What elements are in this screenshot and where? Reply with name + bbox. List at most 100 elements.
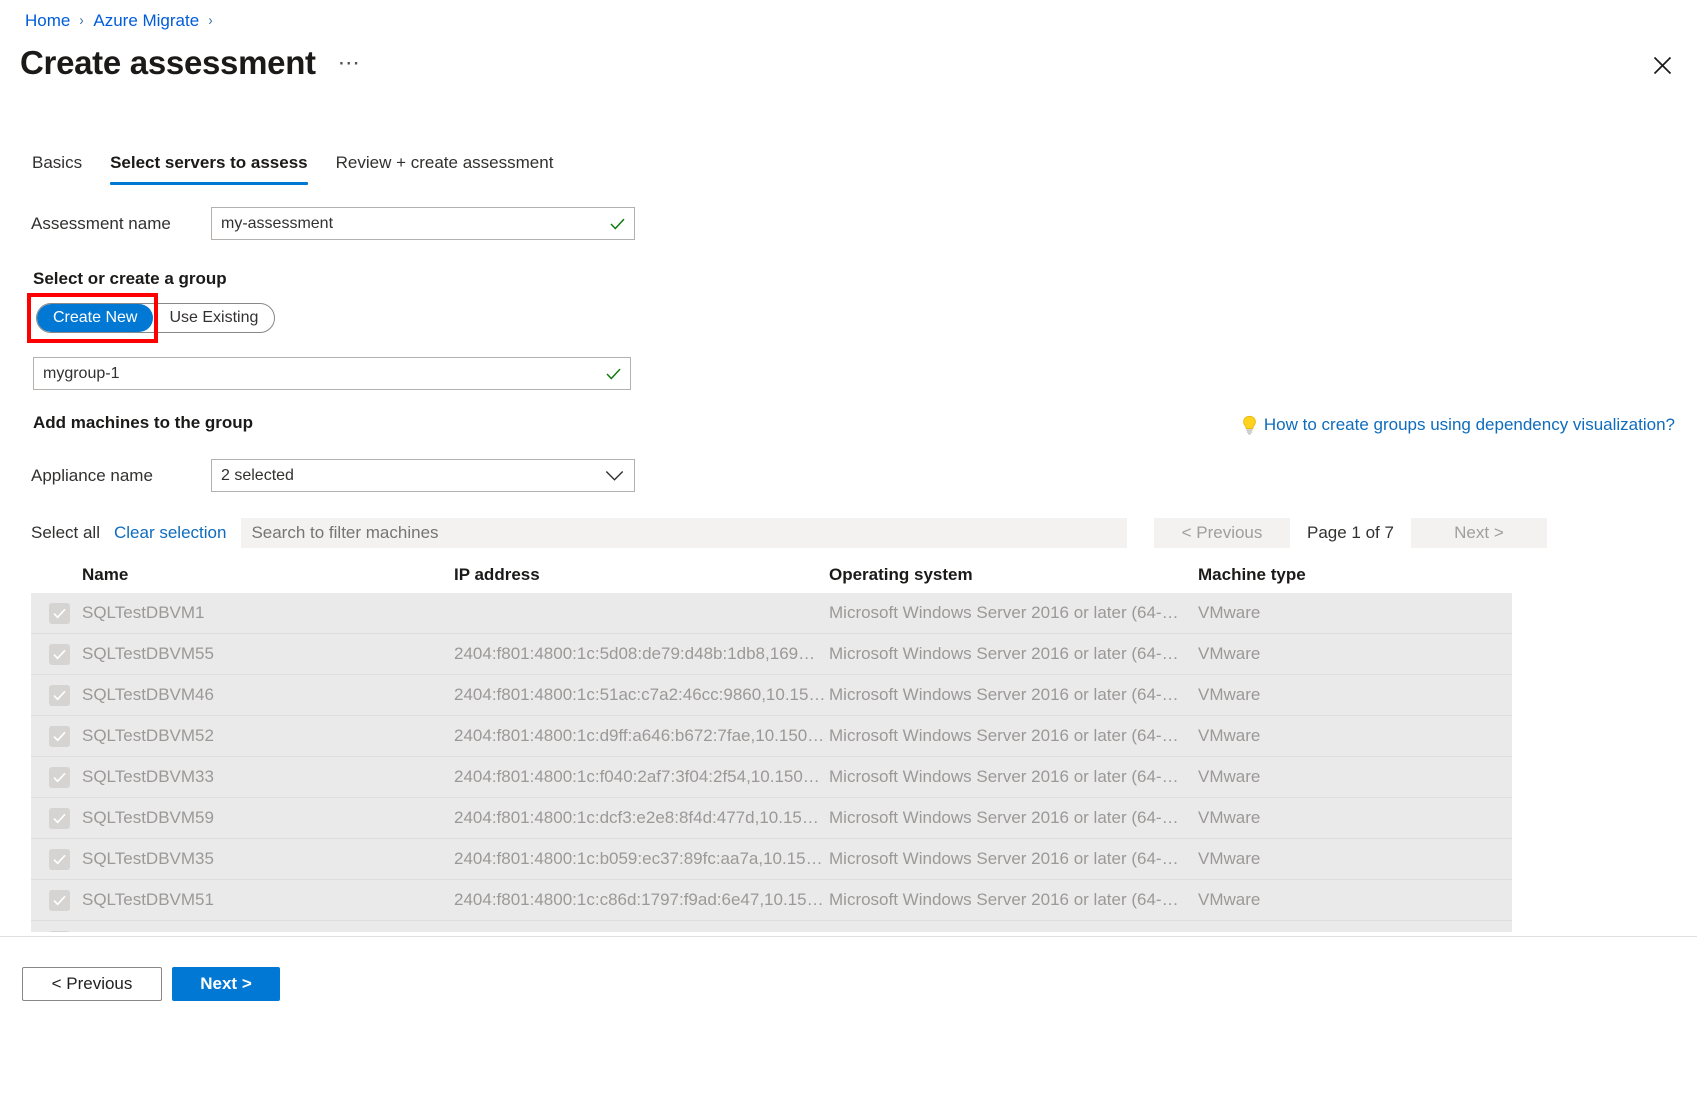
cell-operating-system: Microsoft Windows Server 2016 or later (… [829,602,1198,624]
create-new-label: Create New [53,309,137,327]
group-name-row: mygroup-1 [33,357,631,390]
table-row[interactable]: SQLTestDBVM462404:f801:4800:1c:51ac:c7a2… [31,675,1512,716]
table-body: SQLTestDBVM1 Microsoft Windows Server 201… [31,593,1512,932]
appliance-name-value: 2 selected [221,467,294,485]
next-page-label: Next > [1454,523,1504,543]
row-checkbox-cell[interactable] [49,726,82,747]
cell-machine-type: VMware [1198,807,1498,829]
column-header-ip-address[interactable]: IP address [454,564,829,586]
appliance-name-dropdown[interactable]: 2 selected [211,459,635,492]
row-checkbox[interactable] [49,685,70,706]
tab-select-servers[interactable]: Select servers to assess [96,152,322,185]
cell-ip-address: 2404:f801:4800:1c:51ac:c7a2:46cc:9860,10… [454,684,829,706]
machines-section-heading: Add machines to the group [33,412,253,434]
tab-review-create[interactable]: Review + create assessment [322,152,568,185]
table-header-row: Name IP address Operating system Machine… [31,556,1512,593]
row-checkbox[interactable] [49,767,70,788]
close-icon[interactable] [1645,48,1679,82]
cell-machine-type: VMware [1198,766,1498,788]
cell-ip-address: 2404:f801:4800:1c:dcf3:e2e8:8f4d:477d,10… [454,807,829,829]
row-checkbox-cell[interactable] [49,685,82,706]
row-checkbox[interactable] [49,931,70,933]
footer-previous-button[interactable]: < Previous [22,967,162,1001]
column-header-machine-type[interactable]: Machine type [1198,564,1498,586]
wizard-tabs: Basics Select servers to assess Review +… [28,152,567,185]
group-mode-toggle: Create New Use Existing [36,303,275,333]
assessment-name-row: Assessment name my-assessment [31,207,635,240]
cell-machine-type: VMware [1198,725,1498,747]
column-header-operating-system[interactable]: Operating system [829,564,1198,586]
row-checkbox[interactable] [49,808,70,829]
table-row[interactable]: SQLTestDBVM352404:f801:4800:1c:b059:ec37… [31,839,1512,880]
cell-name: SQLTestDBVM51 [82,889,454,911]
wizard-footer: < Previous Next > [22,967,280,1001]
cell-ip-address: 2404:f801:4800:1c:f040:2af7:3f04:2f54,10… [454,766,829,788]
valid-check-icon-group [606,367,621,380]
use-existing-button[interactable]: Use Existing [153,304,274,332]
cell-ip-address: 2404:f801:4800:1c:d9ff:a646:b672:7fae,10… [454,725,829,747]
row-checkbox[interactable] [49,644,70,665]
row-checkbox[interactable] [49,603,70,624]
row-checkbox-cell[interactable] [49,808,82,829]
cell-operating-system: Microsoft Windows Server 2016 or later (… [829,807,1198,829]
next-page-button[interactable]: Next > [1411,518,1547,548]
select-all-button[interactable]: Select all [31,522,100,544]
table-row[interactable]: SQLTestDBVM512404:f801:4800:1c:c86d:1797… [31,880,1512,921]
row-checkbox[interactable] [49,726,70,747]
cell-ip-address: 2404:f801:4800:1c:b059:ec37:89fc:aa7a,10… [454,848,829,870]
previous-page-button[interactable]: < Previous [1154,518,1290,548]
cell-machine-type: VMware [1198,889,1498,911]
cell-operating-system: Microsoft Windows Server 2016 or later (… [829,725,1198,747]
pagination: < Previous Page 1 of 7 Next > [1154,518,1547,548]
clear-selection-button[interactable]: Clear selection [114,522,226,544]
cell-operating-system: Microsoft Windows Server 2016 or later (… [829,684,1198,706]
appliance-name-label: Appliance name [31,465,211,487]
cell-name: SQLTestDBVM35 [82,848,454,870]
tab-review-create-label: Review + create assessment [336,153,554,172]
cell-name: SQLTestDBVM1 [82,602,454,624]
breadcrumb-item-home[interactable]: Home [25,10,70,32]
group-mode-toggle-wrap: Create New Use Existing [36,303,275,333]
row-checkbox-cell[interactable] [49,603,82,624]
footer-previous-label: < Previous [52,974,133,994]
column-header-name[interactable]: Name [82,564,454,586]
title-row: Create assessment ⋯ [20,42,361,84]
row-checkbox-cell[interactable] [49,767,82,788]
create-new-button[interactable]: Create New [37,304,153,332]
row-checkbox-cell[interactable] [49,849,82,870]
group-name-input[interactable]: mygroup-1 [33,357,631,390]
cell-name: SQLTestDBVM33 [82,766,454,788]
use-existing-label: Use Existing [169,309,258,327]
row-checkbox-cell[interactable] [49,890,82,911]
table-row[interactable]: SQLTestDBVM552404:f801:4800:1c:5d08:de79… [31,634,1512,675]
tab-select-servers-label: Select servers to assess [110,153,308,172]
more-options-icon[interactable]: ⋯ [338,52,361,74]
row-checkbox-cell[interactable] [49,931,82,933]
tab-basics[interactable]: Basics [28,152,96,185]
cell-name: SQLTestDBVM55 [82,643,454,665]
machines-table: Name IP address Operating system Machine… [31,556,1512,932]
table-row[interactable]: SQLTestDBVM522404:f801:4800:1c:d9ff:a646… [31,716,1512,757]
page-indicator: Page 1 of 7 [1299,522,1402,544]
create-assessment-blade: Home › Azure Migrate › Create assessment… [0,0,1697,1093]
group-section-heading: Select or create a group [33,268,227,290]
valid-check-icon [610,217,625,230]
chevron-down-icon [605,470,624,482]
page-title: Create assessment [20,42,316,84]
cell-ip-address: 2404:f801:4800:1c:c86d:1797:f9ad:6e47,10… [454,889,829,911]
table-toolbar: Select all Clear selection [31,518,1127,548]
row-checkbox[interactable] [49,849,70,870]
table-row[interactable]: SQLTestDBVM1 Microsoft Windows Server 201… [31,593,1512,634]
row-checkbox[interactable] [49,890,70,911]
table-row[interactable]: SQLTestDBVM592404:f801:4800:1c:dcf3:e2e8… [31,798,1512,839]
table-row[interactable] [31,921,1512,932]
cell-machine-type: VMware [1198,684,1498,706]
table-row[interactable]: SQLTestDBVM332404:f801:4800:1c:f040:2af7… [31,757,1512,798]
search-input[interactable] [241,518,1127,548]
assessment-name-input[interactable]: my-assessment [211,207,635,240]
row-checkbox-cell[interactable] [49,644,82,665]
assessment-name-value: my-assessment [221,215,333,233]
breadcrumb-item-azure-migrate[interactable]: Azure Migrate [93,10,199,32]
footer-next-button[interactable]: Next > [172,967,280,1001]
dependency-visualization-link[interactable]: How to create groups using dependency vi… [1242,414,1675,436]
